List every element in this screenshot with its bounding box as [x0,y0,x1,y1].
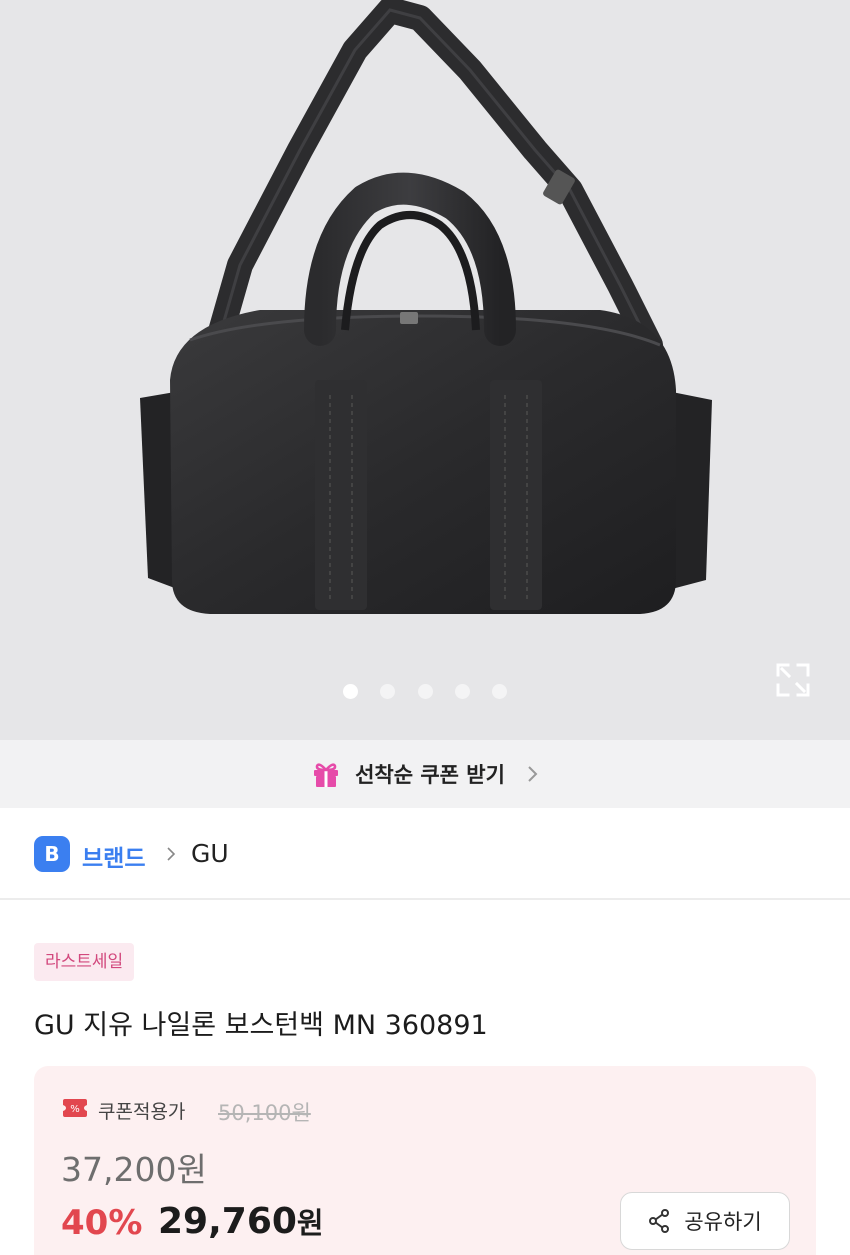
chevron-right-icon [167,847,176,861]
discount-rate: 40% [61,1203,143,1243]
share-button[interactable]: 공유하기 [620,1192,790,1250]
share-button-label: 공유하기 [684,1210,762,1234]
brand-breadcrumb[interactable]: B 브랜드 GU [0,808,850,900]
carousel-indicator [0,684,850,700]
final-price-unit: 원 [296,1206,324,1240]
final-price-amount: 29,760 [158,1201,297,1242]
carousel-dot[interactable] [455,684,470,699]
first-come-coupon-button[interactable]: 선착순 쿠폰 받기 [0,740,850,808]
expand-icon[interactable] [774,661,812,699]
coupon-banner-label: 선착순 쿠폰 받기 [355,763,505,787]
product-image-gallery[interactable] [0,0,850,740]
gift-icon [314,763,339,787]
product-image [140,0,712,614]
carousel-dot[interactable] [343,684,358,699]
coupon-icon: % [63,1099,87,1117]
brand-label[interactable]: 브랜드 [82,839,145,873]
carousel-dot[interactable] [380,684,395,699]
share-icon [649,1209,670,1233]
last-sale-badge: 라스트세일 [34,943,135,981]
original-price: 50,100원 [218,1101,311,1125]
brand-badge-icon: B [34,836,70,872]
svg-text:%: % [70,1104,80,1115]
price-section: % 쿠폰적용가 50,100원 37,200원 40% 29,760원 공유하기 [34,1066,816,1255]
final-price: 29,760원 [158,1200,324,1242]
carousel-dot[interactable] [418,684,433,699]
sale-price: 37,200원 [61,1150,207,1189]
brand-name-link[interactable]: GU [191,839,229,868]
chevron-right-icon [528,766,538,782]
coupon-price-label: 쿠폰적용가 [98,1101,186,1123]
carousel-dot[interactable] [492,684,507,699]
product-title: GU 지유 나일론 보스턴백 MN 360891 [34,1010,488,1041]
